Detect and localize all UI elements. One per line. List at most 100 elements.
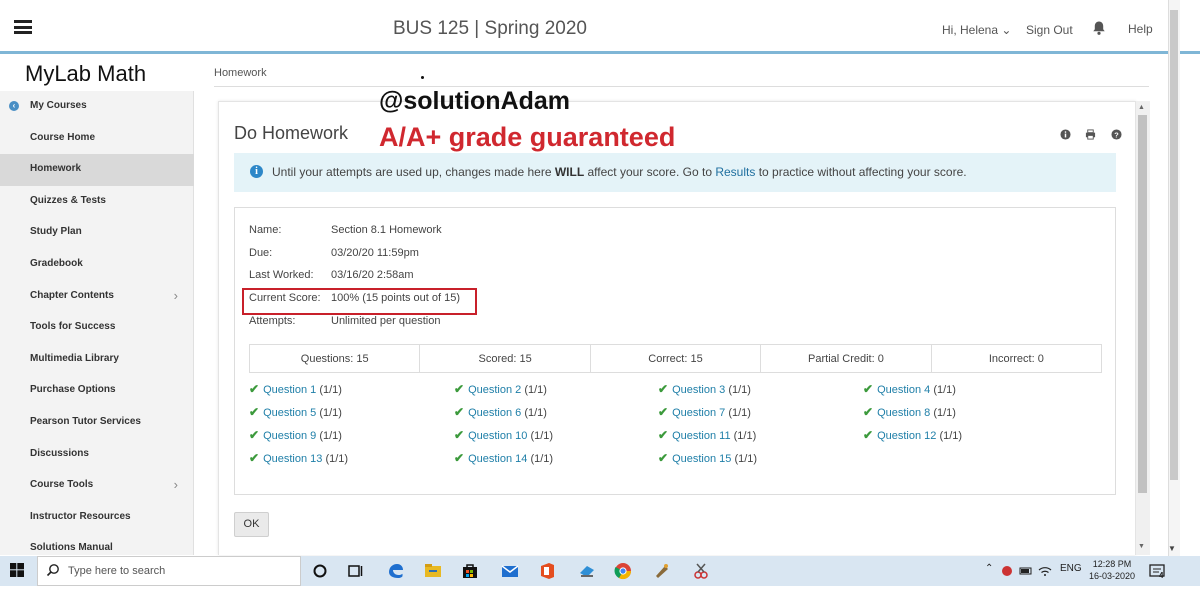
top-header: BUS 125 | Spring 2020 Hi, Helena ⌄ Sign … bbox=[0, 0, 1200, 54]
question-item[interactable]: ✔ Question 8 (1/1) bbox=[863, 405, 956, 419]
check-icon: ✔ bbox=[249, 451, 260, 465]
score-highlight-box bbox=[242, 288, 477, 315]
sidebar-item-chapter-contents[interactable]: Chapter Contents › bbox=[0, 281, 194, 313]
sidebar-item-discussions[interactable]: Discussions bbox=[0, 439, 194, 471]
page-title: Do Homework bbox=[234, 123, 349, 143]
breadcrumb[interactable]: Homework bbox=[214, 67, 267, 79]
task-view-icon[interactable] bbox=[346, 561, 366, 581]
sign-out-link[interactable]: Sign Out bbox=[1026, 23, 1073, 37]
sidebar-item-course-home[interactable]: Course Home bbox=[0, 123, 194, 155]
check-icon: ✔ bbox=[249, 405, 260, 419]
sidebar-item-study-plan[interactable]: Study Plan bbox=[0, 217, 194, 249]
sidebar-item-label: Quizzes & Tests bbox=[30, 194, 106, 206]
file-explorer-icon[interactable] bbox=[423, 561, 443, 581]
bell-icon[interactable] bbox=[1091, 20, 1107, 36]
scrollbar-thumb[interactable] bbox=[1138, 115, 1147, 493]
check-icon: ✔ bbox=[863, 382, 874, 396]
store-icon[interactable] bbox=[460, 561, 480, 581]
info-icon: i bbox=[250, 165, 263, 178]
question-item[interactable]: ✔ Question 15 (1/1) bbox=[658, 451, 757, 465]
question-item[interactable]: ✔ Question 6 (1/1) bbox=[454, 405, 547, 419]
question-item[interactable]: ✔ Question 10 (1/1) bbox=[454, 428, 553, 442]
check-icon: ✔ bbox=[249, 428, 260, 442]
results-link[interactable]: Results bbox=[715, 165, 755, 179]
back-arrow-icon: ‹ bbox=[9, 101, 19, 111]
wifi-icon[interactable] bbox=[1038, 564, 1052, 578]
question-item[interactable]: ✔ Question 14 (1/1) bbox=[454, 451, 553, 465]
sidebar-item-quizzes-tests[interactable]: Quizzes & Tests bbox=[0, 186, 194, 218]
sidebar-item-gradebook[interactable]: Gradebook bbox=[0, 249, 194, 281]
print-icon[interactable] bbox=[1085, 129, 1096, 140]
ok-button[interactable]: OK bbox=[234, 512, 269, 537]
score-summary: Questions: 15 Scored: 15 Correct: 15 Par… bbox=[249, 344, 1102, 373]
scroll-down-icon[interactable]: ▼ bbox=[1168, 544, 1176, 553]
edge-browser-icon[interactable] bbox=[386, 561, 406, 581]
check-icon: ✔ bbox=[454, 382, 465, 396]
windows-start-icon[interactable] bbox=[10, 563, 24, 577]
scroll-up-icon[interactable]: ▲ bbox=[1138, 104, 1145, 111]
snipping-tool-icon[interactable] bbox=[691, 561, 711, 581]
sidebar-item-label: Course Tools bbox=[30, 479, 94, 491]
stat-scored: Scored: 15 bbox=[420, 345, 591, 372]
question-item[interactable]: ✔ Question 7 (1/1) bbox=[658, 405, 751, 419]
detail-label: Due: bbox=[249, 247, 273, 259]
info-banner: i Until your attempts are used up, chang… bbox=[234, 153, 1116, 192]
chrome-icon[interactable] bbox=[613, 561, 633, 581]
question-item[interactable]: ✔ Question 13 (1/1) bbox=[249, 451, 348, 465]
sidebar-item-my-courses[interactable]: ‹ My Courses bbox=[0, 91, 194, 123]
sidebar-item-label: Gradebook bbox=[30, 257, 83, 269]
language-indicator[interactable]: ENG bbox=[1060, 563, 1082, 574]
window-scrollbar-thumb[interactable] bbox=[1170, 10, 1178, 480]
course-title: BUS 125 | Spring 2020 bbox=[392, 18, 587, 39]
check-icon: ✔ bbox=[658, 405, 669, 419]
help-icon[interactable]: ? bbox=[1111, 129, 1122, 140]
mail-icon[interactable] bbox=[500, 561, 520, 581]
divider bbox=[214, 86, 1149, 87]
check-icon: ✔ bbox=[454, 428, 465, 442]
sidebar-item-label: Multimedia Library bbox=[30, 352, 119, 364]
search-icon bbox=[46, 564, 59, 577]
stat-partial-credit: Partial Credit: 0 bbox=[761, 345, 932, 372]
question-item[interactable]: ✔ Question 9 (1/1) bbox=[249, 428, 342, 442]
sidebar-item-label: Solutions Manual bbox=[30, 542, 113, 554]
question-item[interactable]: ✔ Question 11 (1/1) bbox=[658, 428, 756, 442]
sidebar-item-multimedia-library[interactable]: Multimedia Library bbox=[0, 344, 194, 376]
battery-icon[interactable] bbox=[1019, 564, 1033, 578]
stat-correct: Correct: 15 bbox=[591, 345, 762, 372]
question-item[interactable]: ✔ Question 12 (1/1) bbox=[863, 428, 962, 442]
office-icon[interactable] bbox=[537, 561, 557, 581]
cortana-icon[interactable] bbox=[310, 561, 330, 581]
taskbar-clock[interactable]: 12:28 PM 16-03-2020 bbox=[1089, 558, 1135, 582]
help-link[interactable]: Help bbox=[1128, 22, 1153, 36]
question-item[interactable]: ✔ Question 1 (1/1) bbox=[249, 382, 342, 396]
sidebar-nav: ‹ My Courses Course Home Homework Quizze… bbox=[0, 91, 194, 565]
sidebar-item-label: Discussions bbox=[30, 447, 89, 459]
detail-label: Last Worked: bbox=[249, 269, 314, 281]
tray-app-icon[interactable] bbox=[1000, 564, 1014, 578]
user-menu[interactable]: Hi, Helena ⌄ bbox=[942, 23, 1011, 37]
detail-label: Name: bbox=[249, 224, 282, 236]
scroll-down-icon[interactable]: ▼ bbox=[1138, 543, 1145, 550]
sidebar-item-course-tools[interactable]: Course Tools › bbox=[0, 470, 194, 502]
question-item[interactable]: ✔ Question 5 (1/1) bbox=[249, 405, 342, 419]
sidebar-item-label: Tools for Success bbox=[30, 321, 116, 333]
check-icon: ✔ bbox=[863, 428, 874, 442]
show-hidden-icons[interactable]: ⌃ bbox=[985, 563, 993, 574]
sidebar-item-tools-for-success[interactable]: Tools for Success bbox=[0, 312, 194, 344]
chevron-right-icon: › bbox=[173, 477, 178, 493]
info-icon[interactable] bbox=[1060, 129, 1071, 140]
sidebar-item-homework[interactable]: Homework bbox=[0, 154, 194, 186]
question-item[interactable]: ✔ Question 2 (1/1) bbox=[454, 382, 547, 396]
app-icon[interactable] bbox=[577, 561, 597, 581]
paint-icon[interactable] bbox=[652, 561, 672, 581]
watermark-tagline: A/A+ grade guaranteed bbox=[379, 122, 676, 152]
stat-incorrect: Incorrect: 0 bbox=[988, 353, 1044, 365]
sidebar-item-purchase-options[interactable]: Purchase Options bbox=[0, 375, 194, 407]
sidebar-item-label: My Courses bbox=[30, 100, 87, 111]
sidebar-item-instructor-resources[interactable]: Instructor Resources bbox=[0, 502, 194, 534]
question-item[interactable]: ✔ Question 3 (1/1) bbox=[658, 382, 751, 396]
stat-questions: Questions: 15 bbox=[250, 345, 421, 372]
chevron-right-icon: › bbox=[173, 287, 178, 303]
sidebar-item-pearson-tutor-services[interactable]: Pearson Tutor Services bbox=[0, 407, 194, 439]
question-item[interactable]: ✔ Question 4 (1/1) bbox=[863, 382, 956, 396]
